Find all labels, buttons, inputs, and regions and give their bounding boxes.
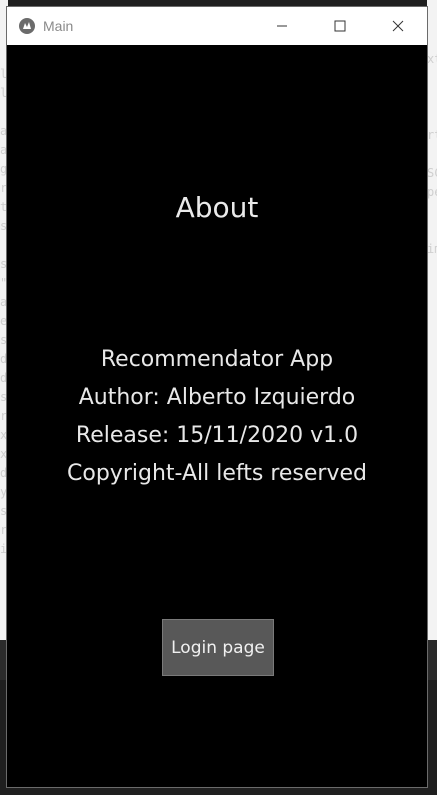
app-name-label: Recommendator App bbox=[100, 347, 334, 372]
about-screen: About Recommendator App Author: Alberto … bbox=[7, 45, 427, 787]
minimize-icon bbox=[277, 25, 287, 27]
maximize-button[interactable] bbox=[311, 7, 369, 45]
kivy-icon bbox=[19, 18, 35, 34]
author-label: Author: Alberto Izquierdo bbox=[78, 385, 356, 410]
main-window: Main About Recommendator App Author: Alb… bbox=[6, 6, 428, 788]
title-bar[interactable]: Main bbox=[7, 7, 427, 45]
app-info: Recommendator App Author: Alberto Izquie… bbox=[7, 341, 427, 493]
copyright-label: Copyright-All lefts reserved bbox=[67, 461, 367, 486]
window-controls bbox=[253, 7, 427, 45]
login-page-button[interactable]: Login page bbox=[162, 619, 274, 676]
close-button[interactable] bbox=[369, 7, 427, 45]
page-title: About bbox=[175, 191, 259, 224]
minimize-button[interactable] bbox=[253, 7, 311, 45]
close-icon bbox=[392, 20, 404, 32]
release-label: Release: 15/11/2020 v1.0 bbox=[75, 423, 359, 448]
window-title: Main bbox=[43, 18, 74, 34]
background-terminal-text-right: xt rt SC pe im bbox=[427, 52, 437, 256]
maximize-icon bbox=[334, 20, 346, 32]
